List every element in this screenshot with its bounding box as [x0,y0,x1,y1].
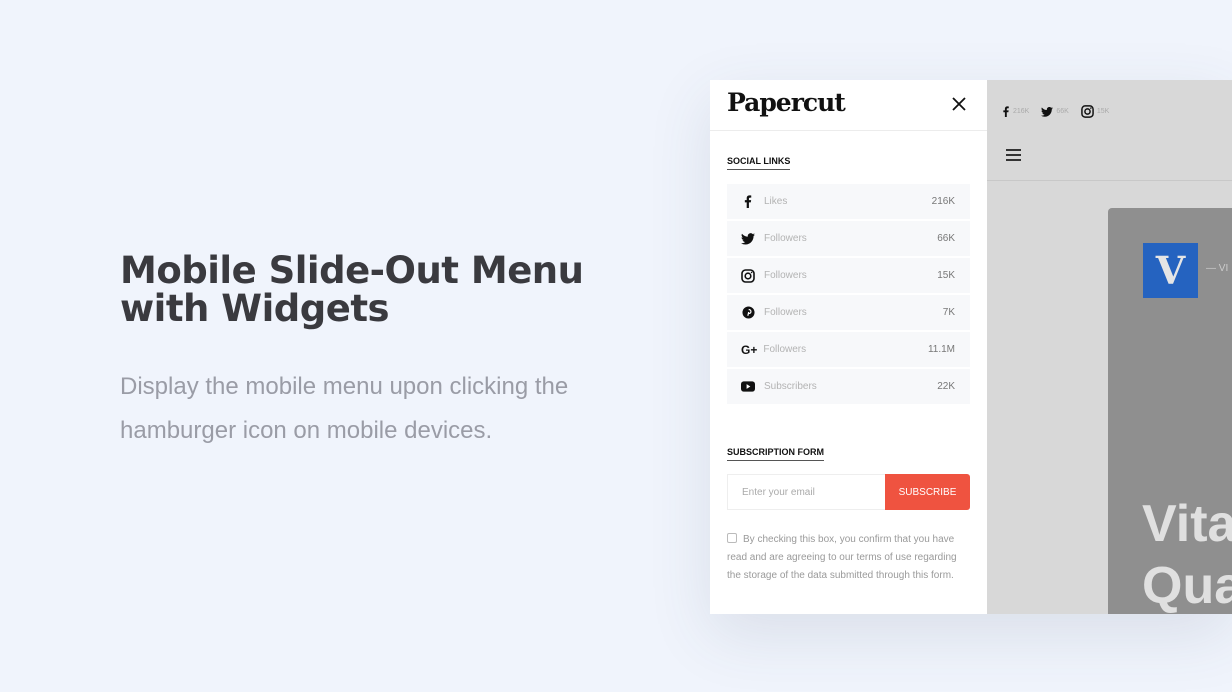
social-count: 7K [942,307,955,318]
card-logo: V [1143,243,1198,298]
facebook-icon [744,195,752,208]
twitter-icon [741,232,755,245]
social-item-google-plus[interactable]: G+ Followers 11.1M [727,332,970,367]
card-headline[interactable]: Vita Qua [1142,493,1232,614]
top-social-facebook[interactable]: 216K [1002,106,1029,117]
social-label: Followers [763,344,807,355]
social-label: Followers [764,307,807,318]
social-label: Followers [764,233,807,244]
top-social-instagram[interactable]: 15K [1081,105,1109,118]
subscription-form-title: SUBSCRIPTION FORM [727,447,825,461]
slide-out-menu: Papercut SOCIAL LINKS Likes 216K Follower… [710,80,987,614]
subscribe-button[interactable]: SUBSCRIBE [885,474,970,510]
card-meta: — VI [1206,263,1229,274]
title-line: Mobile Slide-Out Menu [120,249,584,292]
social-count: 11.1M [927,344,955,355]
social-label: Likes [764,196,788,207]
social-count: 66K [937,233,955,244]
title-line: with Widgets [120,287,390,330]
instagram-icon [1081,105,1094,118]
youtube-icon [741,381,755,392]
social-label: Followers [764,270,807,281]
hero-title: Mobile Slide-Out Menu with Widgets [120,249,584,330]
top-social-bar: 216K 66K 15K [1002,105,1109,118]
site-logo[interactable]: Papercut [727,88,846,117]
social-item-pinterest[interactable]: Followers 7K [727,295,970,330]
twitter-icon [1041,106,1054,117]
top-social-twitter[interactable]: 66K [1041,106,1069,117]
consent-label: By checking this box, you confirm that y… [727,534,957,581]
social-item-youtube[interactable]: Subscribers 22K [727,369,970,404]
consent-text: By checking this box, you confirm that y… [727,531,970,585]
social-label: Subscribers [764,381,817,392]
social-item-facebook[interactable]: Likes 216K [727,184,970,219]
social-item-instagram[interactable]: Followers 15K [727,258,970,293]
google-plus-icon: G+ [741,342,758,357]
facebook-icon [1003,106,1009,117]
pinterest-icon [741,306,755,319]
consent-checkbox[interactable] [727,533,737,543]
hamburger-icon[interactable] [1006,149,1021,161]
article-card[interactable]: V — VI Vita Qua [1108,208,1232,614]
subscription-form: Enter your email SUBSCRIBE [727,474,970,510]
social-count: 15K [937,270,955,281]
email-input[interactable]: Enter your email [727,474,885,510]
hero-description: Display the mobile menu upon clicking th… [120,373,569,444]
device-preview: 216K 66K 15K V — VI Vita Qua Papercut SO… [710,80,1232,614]
instagram-icon [741,268,755,283]
social-item-twitter[interactable]: Followers 66K [727,221,970,256]
social-count: 216K [931,196,955,207]
close-icon[interactable] [950,95,968,113]
social-count: 22K [937,381,955,392]
header-divider [710,130,987,131]
social-links-list: Likes 216K Followers 66K Followers 15K Foll… [727,184,970,406]
header-divider [987,180,1232,181]
social-links-title: SOCIAL LINKS [727,156,791,170]
